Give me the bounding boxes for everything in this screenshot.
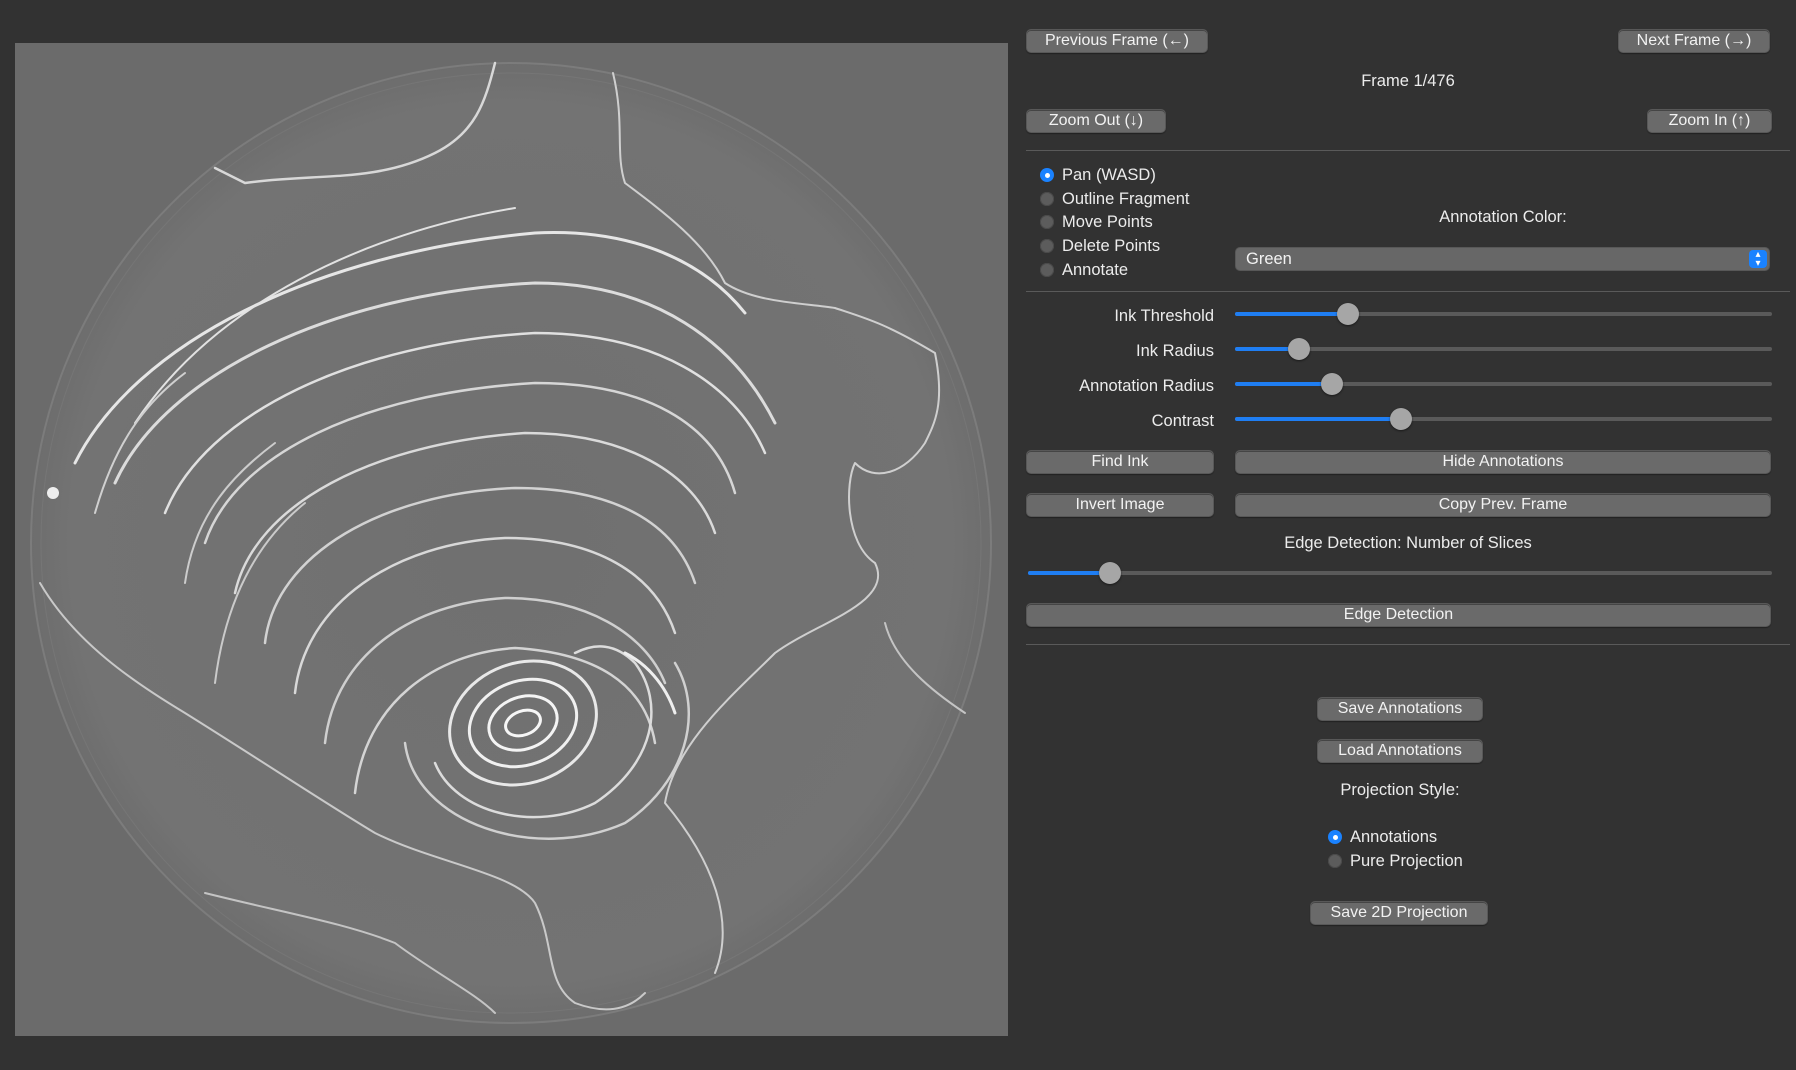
load-annotations-button[interactable]: Load Annotations	[1317, 739, 1483, 763]
slider-thumb[interactable]	[1288, 338, 1311, 360]
tool-option-label: Annotate	[1062, 260, 1129, 279]
slider-thumb[interactable]	[1098, 562, 1121, 584]
separator	[1026, 150, 1790, 151]
slider-thumb[interactable]	[1336, 303, 1359, 325]
slider-fill	[1028, 571, 1110, 575]
ct-slice-viewer[interactable]	[15, 43, 1008, 1036]
ink-threshold-slider[interactable]	[1235, 303, 1772, 325]
frame-counter: Frame 1/476	[1361, 72, 1455, 90]
projection-option-annotations[interactable]: Annotations	[1328, 826, 1437, 848]
annotation-color-value: Green	[1246, 250, 1292, 268]
previous-frame-button[interactable]: Previous Frame (←)	[1026, 29, 1208, 53]
tool-option-move-points[interactable]: Move Points	[1040, 211, 1153, 233]
copy-prev-frame-button[interactable]: Copy Prev. Frame	[1235, 493, 1771, 517]
find-ink-button[interactable]: Find Ink	[1026, 450, 1214, 474]
zoom-in-button[interactable]: Zoom In (↑)	[1647, 109, 1772, 133]
tool-option-label: Delete Points	[1062, 236, 1161, 255]
chevron-updown-icon: ▴ ▾	[1749, 250, 1767, 269]
ink-radius-slider[interactable]	[1235, 338, 1772, 360]
invert-image-button[interactable]: Invert Image	[1026, 493, 1214, 517]
radio-unselected-icon	[1040, 239, 1054, 253]
edge-detection-slices-slider[interactable]	[1028, 562, 1772, 584]
edge-detection-button[interactable]: Edge Detection	[1026, 603, 1771, 627]
separator	[1026, 291, 1790, 292]
tool-option-delete-points[interactable]: Delete Points	[1040, 235, 1160, 257]
separator	[1026, 644, 1790, 645]
slider-track	[1028, 571, 1772, 575]
slider-thumb[interactable]	[1320, 373, 1343, 395]
projection-option-label: Pure Projection	[1350, 851, 1463, 870]
next-frame-button[interactable]: Next Frame (→)	[1618, 29, 1770, 53]
tool-option-label: Outline Fragment	[1062, 189, 1190, 208]
slider-thumb[interactable]	[1390, 408, 1413, 430]
annotation-color-label: Annotation Color:	[1439, 208, 1567, 226]
slider-fill	[1235, 312, 1348, 316]
tool-option-label: Pan (WASD)	[1062, 165, 1156, 184]
tool-option-label: Move Points	[1062, 212, 1153, 231]
edge-detection-slices-label: Edge Detection: Number of Slices	[1284, 534, 1532, 552]
zoom-out-button[interactable]: Zoom Out (↓)	[1026, 109, 1166, 133]
radio-unselected-icon	[1040, 192, 1054, 206]
radio-unselected-icon	[1040, 215, 1054, 229]
tool-option-pan[interactable]: Pan (WASD)	[1040, 164, 1156, 186]
radio-unselected-icon	[1040, 263, 1054, 277]
control-panel: Previous Frame (←) Next Frame (→) Frame …	[1026, 0, 1790, 1070]
ink-radius-label: Ink Radius	[1136, 342, 1214, 360]
slider-fill	[1235, 417, 1402, 421]
save-2d-projection-button[interactable]: Save 2D Projection	[1310, 901, 1488, 925]
contrast-slider[interactable]	[1235, 408, 1772, 430]
contrast-label: Contrast	[1151, 412, 1214, 430]
annotation-radius-label: Annotation Radius	[1079, 377, 1214, 395]
radio-selected-icon	[1328, 830, 1342, 844]
slider-track	[1235, 347, 1772, 351]
save-annotations-button[interactable]: Save Annotations	[1317, 697, 1483, 721]
radio-unselected-icon	[1328, 854, 1342, 868]
projection-option-label: Annotations	[1350, 827, 1438, 846]
scroll-slice-image	[15, 43, 1008, 1036]
radio-selected-icon	[1040, 168, 1054, 182]
projection-option-pure[interactable]: Pure Projection	[1328, 850, 1463, 872]
hide-annotations-button[interactable]: Hide Annotations	[1235, 450, 1771, 474]
annotation-radius-slider[interactable]	[1235, 373, 1772, 395]
slider-fill	[1235, 382, 1332, 386]
annotation-color-select[interactable]: Green ▴ ▾	[1235, 247, 1770, 271]
tool-option-outline-fragment[interactable]: Outline Fragment	[1040, 188, 1189, 210]
tool-option-annotate[interactable]: Annotate	[1040, 259, 1128, 281]
projection-style-label: Projection Style:	[1340, 781, 1460, 799]
ink-threshold-label: Ink Threshold	[1114, 307, 1214, 325]
